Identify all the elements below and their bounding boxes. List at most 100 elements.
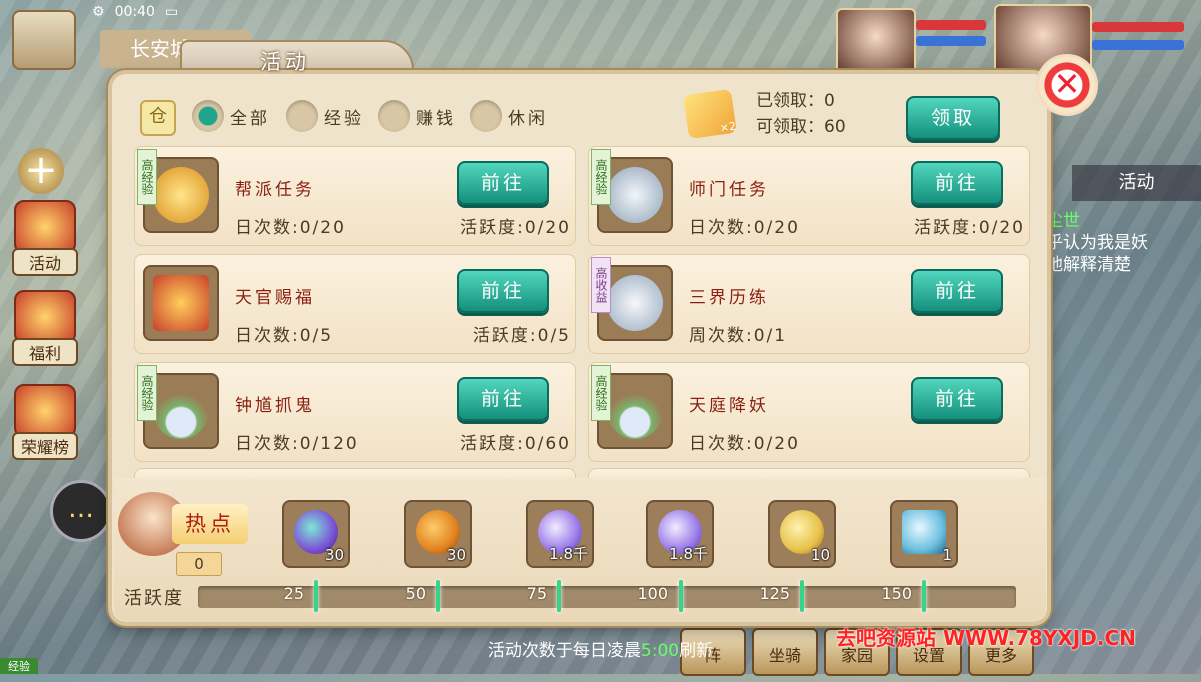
milestone-marker (557, 580, 561, 612)
go-button[interactable]: 前往 (911, 377, 1003, 421)
vase-icon (607, 383, 663, 439)
activity-card: 天官赐福 日次数:0/5 活跃度:0/5 前往 (134, 254, 576, 354)
activity-count: 日次数:0/20 (235, 218, 346, 238)
activity-points: 活跃度:0/20 (460, 218, 571, 238)
player-mp-bar (1092, 40, 1184, 50)
activity-name: 天官赐福 (235, 288, 315, 308)
pet-hp-bar (916, 20, 986, 30)
activity-icon[interactable] (143, 265, 219, 341)
clock-time: 00:40 (114, 4, 155, 20)
refresh-time: 5:00 (640, 641, 680, 661)
filter-icon[interactable]: 仓 (140, 100, 176, 136)
gift-icon (14, 290, 76, 344)
radio-icon (286, 100, 318, 132)
activity-count: 日次数:0/20 (689, 434, 800, 454)
activity-card: 高经验 师门任务 日次数:0/20 活跃度:0/20 前往 (588, 146, 1030, 246)
silver-ingot-icon (607, 275, 663, 331)
close-icon: ✕ (1053, 65, 1081, 103)
go-button[interactable]: 前往 (911, 269, 1003, 313)
filter-leisure[interactable]: 休闲 (470, 98, 548, 134)
watermark: 去吧资源站 WWW.78YXJD.CN (836, 626, 1136, 650)
ranking-icon (14, 384, 76, 438)
pet-avatar[interactable] (836, 8, 916, 78)
chat-line: 地解释清楚 (1046, 255, 1131, 275)
vase-icon (153, 383, 209, 439)
gear-icon: ⚙ (92, 4, 105, 20)
reward-slot[interactable]: 30 (404, 500, 472, 568)
milestone-marker (436, 580, 440, 612)
dialog-title: 活动 (260, 50, 310, 74)
status-bar: ⚙ 00:40 ▭ (92, 4, 178, 20)
available-value: 60 (824, 117, 846, 137)
reward-qty: 30 (324, 546, 344, 564)
activity-points: 活跃度:0/5 (472, 326, 571, 346)
side-button-label: 福利 (12, 338, 78, 366)
go-button[interactable]: 前往 (457, 377, 549, 421)
side-button-ranking[interactable]: 荣耀榜 (10, 384, 80, 460)
chat-log: 尘世 乎认为我是妖 地解释清楚 (1046, 210, 1196, 276)
filter-label: 经验 (324, 108, 364, 129)
activity-name: 师门任务 (689, 180, 769, 200)
chat-line: 尘世 (1046, 211, 1080, 231)
filter-label: 全部 (230, 108, 270, 129)
side-button-welfare[interactable]: 福利 (10, 290, 80, 366)
radio-icon (470, 100, 502, 132)
reward-slot[interactable]: 30 (282, 500, 350, 568)
refresh-note-suffix: 刷新 (679, 641, 714, 661)
milestone-marker (922, 580, 926, 612)
claim-info: 已领取：0 可领取：60 (756, 88, 846, 140)
expand-button[interactable]: + (18, 148, 64, 194)
radio-selected-icon (192, 100, 224, 132)
hot-button[interactable]: 热点 (172, 504, 248, 544)
activity-name: 帮派任务 (235, 180, 315, 200)
radio-icon (378, 100, 410, 132)
activity-card: 高收益 三界历练 周次数:0/1 前往 (588, 254, 1030, 354)
claimed-value: 0 (824, 91, 835, 111)
filter-label: 赚钱 (416, 108, 456, 129)
go-button[interactable]: 前往 (457, 269, 549, 313)
milestone-label: 25 (283, 584, 304, 603)
reward-qty: 10 (810, 546, 830, 564)
go-button[interactable]: 前往 (457, 161, 549, 205)
milestone-marker (800, 580, 804, 612)
close-button[interactable]: ✕ (1036, 54, 1098, 116)
chat-line: 乎认为我是妖 (1046, 233, 1148, 253)
claim-button[interactable]: 领取 (906, 96, 1000, 140)
filter-all[interactable]: 全部 (192, 98, 270, 134)
reward-slot[interactable]: 1.8千 (526, 500, 594, 568)
right-panel-tab[interactable]: 活动 (1072, 165, 1201, 201)
badge-tag: 高经验 (591, 365, 611, 421)
go-button[interactable]: 前往 (911, 161, 1003, 205)
badge-tag: 高经验 (591, 149, 611, 205)
reward-slot[interactable]: 1 (890, 500, 958, 568)
pet-mp-bar (916, 36, 986, 46)
reward-slot[interactable]: 10 (768, 500, 836, 568)
available-label: 可领取： (756, 117, 824, 137)
reward-slot[interactable]: 1.8千 (646, 500, 714, 568)
badge-tag: 高经验 (137, 149, 157, 205)
activity-points-label: 活跃度 (124, 588, 184, 609)
badge-tag: 高收益 (591, 257, 611, 313)
activity-card: 高经验 帮派任务 日次数:0/20 活跃度:0/20 前往 (134, 146, 576, 246)
coin-ring-icon (153, 167, 209, 223)
refresh-note-prefix: 活动次数于每日凌晨 (487, 641, 641, 661)
side-button-label: 活动 (12, 248, 78, 276)
activity-name: 天庭降妖 (689, 396, 769, 416)
side-button-activity[interactable]: 活动 (10, 200, 80, 276)
activity-count: 日次数:0/120 (235, 434, 359, 454)
milestone-label: 75 (526, 584, 547, 603)
map-button[interactable] (12, 10, 76, 70)
reward-qty: 1.8千 (669, 545, 708, 563)
filter-exp[interactable]: 经验 (286, 98, 364, 134)
player-hp-bar (1092, 22, 1184, 32)
milestone-label: 150 (881, 584, 912, 603)
activity-points: 活跃度:0/60 (460, 434, 571, 454)
activity-name: 钟馗抓鬼 (235, 396, 315, 416)
filter-money[interactable]: 赚钱 (378, 98, 456, 134)
milestone-label: 100 (637, 584, 668, 603)
chat-bubble-icon[interactable]: … (50, 480, 112, 542)
horn-icon (14, 200, 76, 254)
activity-card: 高经验 天庭降妖 日次数:0/20 前往 (588, 362, 1030, 462)
activity-count: 日次数:0/20 (689, 218, 800, 238)
hot-value: 0 (176, 552, 222, 576)
